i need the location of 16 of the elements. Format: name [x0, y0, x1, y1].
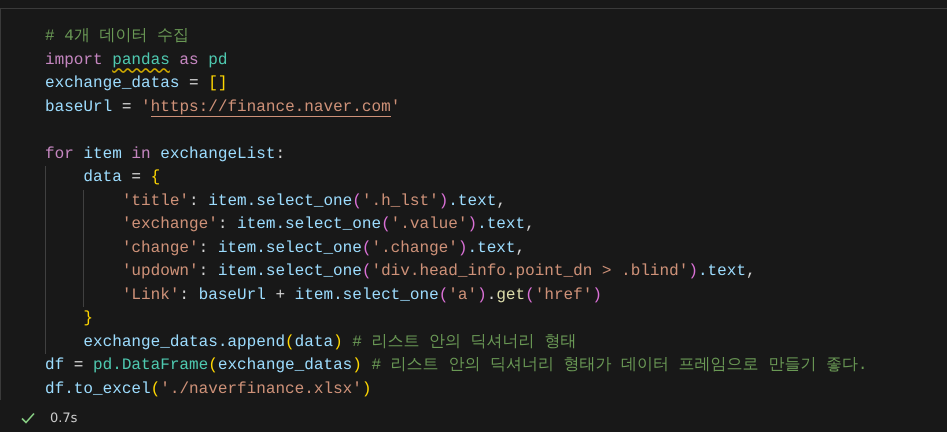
code-line: 'title': item.select_one('.h_lst').text, [122, 190, 506, 212]
code-line: 'updown': item.select_one('div.head_info.point_dn > .blind').text, [122, 261, 756, 282]
code-line: # 4개 데이터 수집 [45, 26, 190, 47]
code-line: baseUrl = 'https://finance.naver.com' [45, 96, 400, 118]
code-line: 'Link': baseUrl + item.select_one('a').get('href') [122, 284, 602, 306]
execution-time: 0.7s [50, 410, 78, 426]
code-line: import pandas as pd [45, 50, 228, 70]
code-line: df = pd.DataFrame(exchange_datas) # 리스트 안의 딕셔너리 형태가 데이터 프레임으로 만들기 좋다. [45, 355, 868, 376]
code-line: exchange_datas = [] [45, 73, 228, 94]
code-line: df.to_excel('./naverfinance.xlsx') [45, 378, 372, 400]
code-line: for item in exchangeList: [45, 144, 286, 164]
code-line: 'exchange': item.select_one('.value').text, [122, 214, 535, 235]
code-line: 'change': item.select_one('.change').text, [122, 238, 526, 258]
code-line: exchange_datas.append(data) # 리스트 안의 딕셔너리 형태 [83, 332, 576, 352]
code-line: data = { [83, 167, 160, 188]
code-line: } [83, 308, 94, 329]
